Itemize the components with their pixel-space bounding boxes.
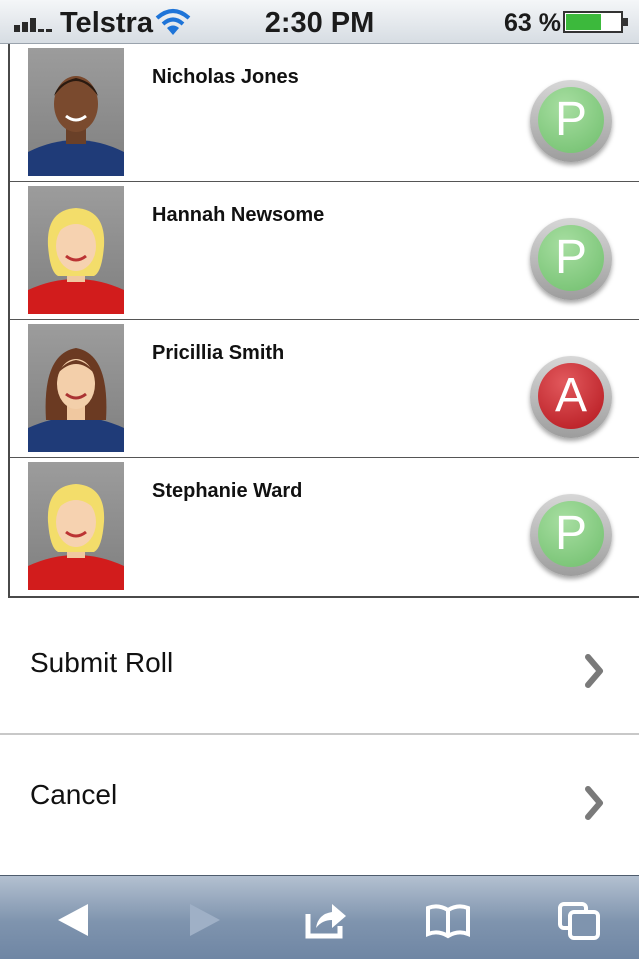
back-icon[interactable] — [50, 900, 98, 940]
battery-percentage: 63 % — [504, 9, 561, 37]
chevron-right-icon — [585, 654, 603, 688]
student-row: Pricillia Smith A — [10, 320, 639, 458]
student-row: Hannah Newsome P — [10, 182, 639, 320]
tabs-icon[interactable] — [556, 900, 604, 940]
chevron-right-icon — [585, 786, 603, 820]
cancel-label: Cancel — [30, 779, 118, 810]
student-name: Pricillia Smith — [152, 342, 285, 364]
status-label: A — [538, 363, 604, 429]
avatar — [28, 324, 124, 452]
avatar — [28, 462, 124, 590]
cancel-button[interactable]: Cancel — [0, 737, 639, 867]
status-label: P — [538, 225, 604, 291]
submit-roll-button[interactable]: Submit Roll — [0, 605, 639, 735]
attendance-toggle-button[interactable]: P — [530, 218, 612, 300]
battery-icon — [563, 11, 628, 33]
student-row: Nicholas Jones P — [10, 44, 639, 182]
student-name: Stephanie Ward — [152, 480, 303, 502]
status-label: P — [538, 501, 604, 567]
status-label: P — [538, 87, 604, 153]
browser-toolbar — [0, 875, 639, 959]
submit-roll-label: Submit Roll — [30, 647, 174, 678]
attendance-toggle-button[interactable]: A — [530, 356, 612, 438]
student-name: Hannah Newsome — [152, 204, 325, 226]
share-icon[interactable] — [302, 900, 350, 940]
avatar — [28, 48, 124, 176]
forward-icon[interactable] — [180, 900, 228, 940]
attendance-toggle-button[interactable]: P — [530, 80, 612, 162]
status-bar: Telstra 2:30 PM 63 % — [0, 0, 639, 44]
bookmarks-icon[interactable] — [424, 900, 472, 940]
student-row: Stephanie Ward P — [10, 458, 639, 596]
student-name: Nicholas Jones — [152, 66, 299, 88]
attendance-toggle-button[interactable]: P — [530, 494, 612, 576]
student-list: Nicholas Jones P Hannah Newsome P Pricil… — [8, 44, 639, 598]
avatar — [28, 186, 124, 314]
